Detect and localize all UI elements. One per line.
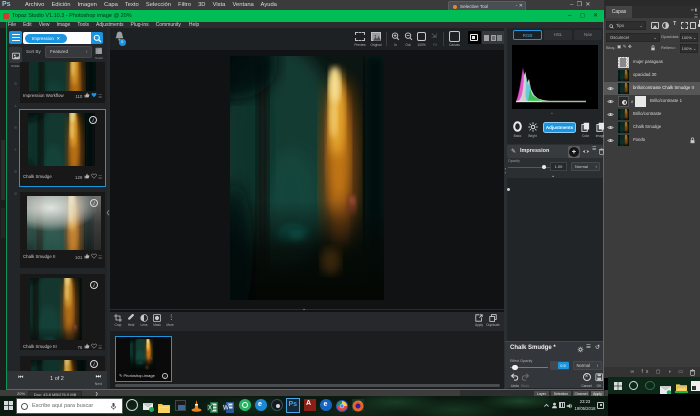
svg-text:X: X: [208, 405, 212, 411]
svg-text:W: W: [223, 405, 229, 411]
